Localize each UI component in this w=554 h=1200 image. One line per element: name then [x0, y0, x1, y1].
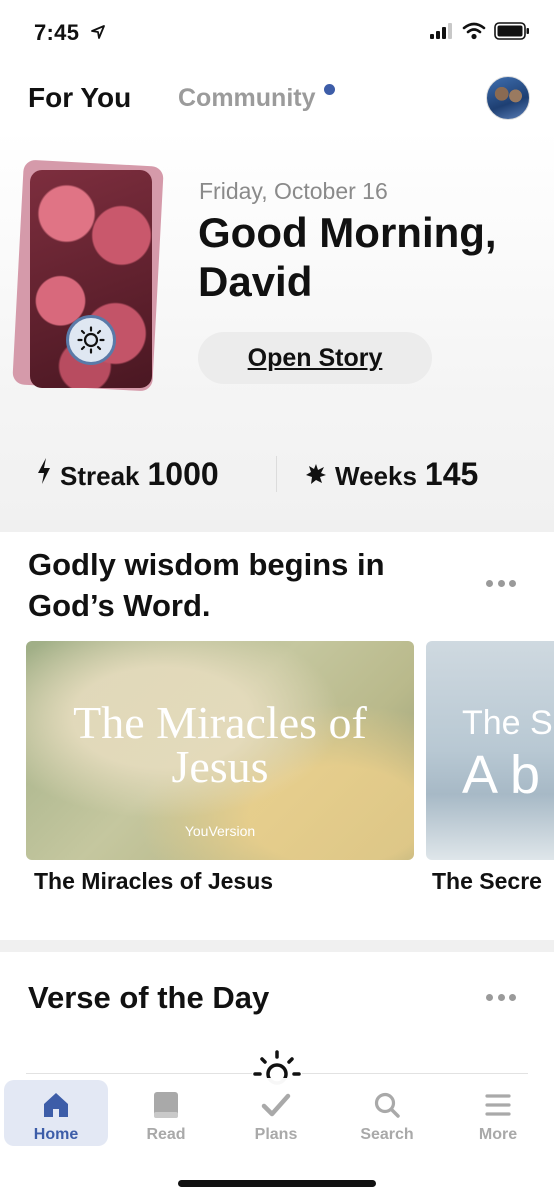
plan-card-image-title-line2: A b	[462, 745, 541, 805]
stats-divider	[276, 456, 277, 492]
nav-plans[interactable]: Plans	[224, 1080, 328, 1146]
hero-greeting: Good Morning, David	[198, 209, 497, 305]
plan-card-brand: YouVersion	[184, 823, 256, 839]
hero-date: Friday, October 16	[199, 178, 388, 204]
story-card[interactable]	[30, 170, 152, 388]
nav-label: More	[478, 1126, 518, 1143]
home-indicator	[178, 1180, 376, 1187]
top-tab-bar: For You Community	[0, 68, 554, 130]
verse-more-icon[interactable]	[486, 992, 516, 1002]
plan-name[interactable]: The Secre	[432, 868, 542, 895]
star-burst-icon	[306, 464, 326, 484]
weeks-stat[interactable]: Weeks 145	[305, 456, 478, 493]
nav-read[interactable]: Read	[114, 1080, 218, 1146]
open-story-button[interactable]: Open Story	[198, 332, 432, 384]
nav-label: Plans	[254, 1126, 298, 1143]
section-divider	[0, 520, 554, 532]
streak-label: Streak	[60, 461, 140, 491]
status-bar: 7:45	[0, 0, 554, 68]
tab-community[interactable]: Community	[178, 84, 316, 113]
lightning-icon	[38, 458, 50, 484]
sun-badge-icon	[66, 315, 116, 365]
wifi-icon	[462, 22, 486, 40]
plan-card-image-title-line1: The S	[462, 704, 553, 742]
location-arrow-icon	[91, 25, 105, 39]
signal-icon	[430, 23, 452, 39]
menu-icon	[483, 1090, 513, 1120]
weeks-value: 145	[424, 456, 479, 492]
avatar[interactable]	[486, 76, 530, 120]
plan-card-image-title: The S A b	[462, 701, 553, 805]
section-divider	[0, 940, 554, 952]
tab-for-you[interactable]: For You	[28, 82, 131, 114]
plan-name[interactable]: The Miracles of Jesus	[34, 868, 273, 895]
plan-card-image-title: The Miracles of Jesus	[73, 697, 367, 792]
search-icon	[372, 1090, 402, 1120]
checkmark-icon	[261, 1090, 291, 1120]
stats-row: Streak 1000 Weeks 145	[0, 448, 554, 500]
weeks-label: Weeks	[335, 461, 417, 491]
home-icon	[41, 1090, 71, 1120]
plan-card[interactable]: The S A b	[426, 641, 554, 860]
nav-search[interactable]: Search	[335, 1080, 439, 1146]
nav-label: Home	[33, 1126, 79, 1143]
status-icons	[430, 22, 530, 40]
daily-hero: Friday, October 16 Good Morning, David O…	[0, 130, 554, 520]
notification-dot	[324, 84, 335, 95]
battery-icon	[494, 22, 529, 40]
nav-label: Read	[146, 1126, 186, 1143]
verse-of-day-title: Verse of the Day	[28, 980, 270, 1015]
nav-label: Search	[360, 1126, 414, 1143]
streak-stat[interactable]: Streak 1000	[36, 456, 219, 493]
plans-section-title: Godly wisdom begins in God’s Word.	[28, 547, 385, 623]
nav-home[interactable]: Home	[4, 1080, 108, 1146]
book-icon	[151, 1090, 181, 1120]
plans-more-icon[interactable]	[486, 578, 516, 588]
status-time: 7:45	[34, 20, 80, 45]
streak-value: 1000	[147, 456, 219, 492]
plan-card[interactable]: The Miracles of Jesus YouVersion	[26, 641, 414, 860]
nav-more[interactable]: More	[446, 1080, 550, 1146]
